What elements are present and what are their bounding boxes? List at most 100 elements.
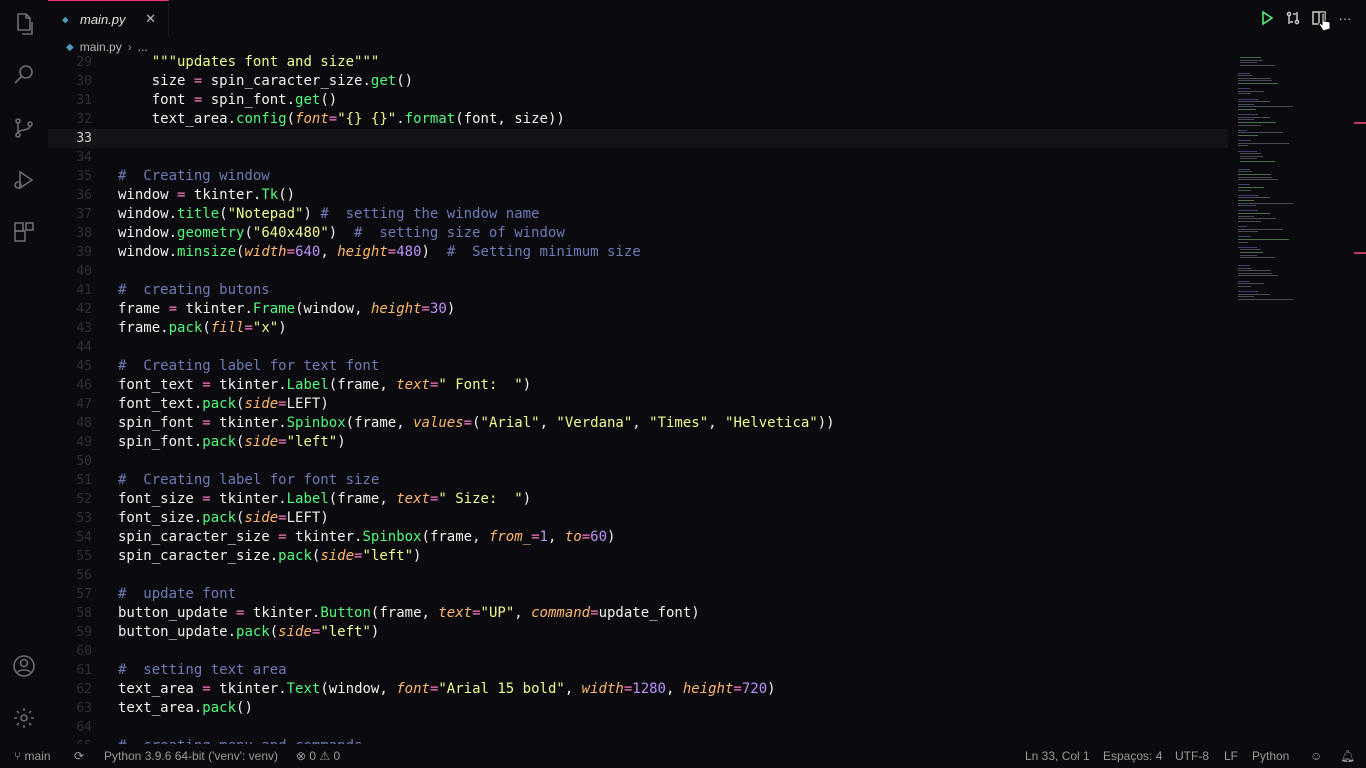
- minimap-line: [1238, 218, 1277, 220]
- run-debug-icon[interactable]: [12, 168, 36, 192]
- line-number: 55: [76, 549, 92, 564]
- code-line[interactable]: 62 text_area = tkinter.Text(window, font=…: [48, 680, 1228, 699]
- source-control-icon[interactable]: [12, 116, 36, 140]
- code-line[interactable]: 45 # Creating label for text font: [48, 357, 1228, 376]
- code-editor[interactable]: 29 """updates font and size""" 30 size = …: [48, 53, 1228, 744]
- code-text: text_area = tkinter.Text(window, font="A…: [118, 681, 776, 697]
- minimap-line: [1238, 103, 1255, 105]
- code-line[interactable]: 48 spin_font = tkinter.Spinbox(frame, val…: [48, 414, 1228, 433]
- compare-changes-icon[interactable]: [1282, 7, 1304, 29]
- minimap[interactable]: [1228, 53, 1352, 744]
- editor-actions: ···: [1256, 0, 1366, 36]
- line-number: 64: [76, 720, 92, 735]
- code-line[interactable]: 50: [48, 452, 1228, 471]
- warning-count: 0: [333, 749, 341, 763]
- line-number: 36: [76, 188, 92, 203]
- code-text: spin_font = tkinter.Spinbox(frame, value…: [118, 415, 835, 431]
- run-python-file-button[interactable]: [1256, 7, 1278, 29]
- explorer-icon[interactable]: [12, 12, 36, 36]
- minimap-line: [1238, 77, 1271, 79]
- line-number: 45: [76, 359, 92, 374]
- code-line[interactable]: 32 text_area.config(font="{} {}".format(…: [48, 110, 1228, 129]
- account-icon[interactable]: [12, 654, 36, 678]
- minimap-line: [1238, 124, 1262, 126]
- code-line[interactable]: 30 size = spin_caracter_size.get(): [48, 72, 1228, 91]
- breadcrumb-more[interactable]: ...: [138, 40, 148, 54]
- minimap-line: [1238, 189, 1251, 191]
- code-line[interactable]: 37 window.title("Notepad") # setting the …: [48, 205, 1228, 224]
- code-line[interactable]: 56: [48, 566, 1228, 585]
- minimap-line: [1238, 270, 1271, 272]
- code-line[interactable]: 29 """updates font and size""": [48, 53, 1228, 72]
- code-line[interactable]: 46 font_text = tkinter.Label(frame, text=…: [48, 376, 1228, 395]
- code-line[interactable]: 39 window.minsize(width=640, height=480) …: [48, 243, 1228, 262]
- branch-status[interactable]: ⑂ main: [14, 744, 51, 768]
- code-line[interactable]: 49 spin_font.pack(side="left"): [48, 433, 1228, 452]
- minimap-line: [1240, 161, 1275, 162]
- minimap-line: [1238, 171, 1252, 173]
- code-text: spin_caracter_size.pack(side="left"): [118, 548, 422, 564]
- code-text: text_area.config(font="{} {}".format(fon…: [151, 111, 565, 127]
- code-text: window.geometry("640x480") # setting siz…: [118, 225, 565, 241]
- tab-main-py[interactable]: ◆ main.py ✕: [48, 0, 169, 37]
- code-line[interactable]: 65 # creating menu and commands: [48, 737, 1228, 744]
- code-line[interactable]: 61 # setting text area: [48, 661, 1228, 680]
- code-line[interactable]: 31 font = spin_font.get(): [48, 91, 1228, 110]
- code-line[interactable]: 44: [48, 338, 1228, 357]
- notifications-bell-icon[interactable]: 🔔︎: [1340, 744, 1355, 768]
- encoding[interactable]: UTF-8: [1175, 744, 1209, 768]
- code-line[interactable]: 58 button_update = tkinter.Button(frame, …: [48, 604, 1228, 623]
- feedback-icon[interactable]: ☺: [1310, 744, 1322, 768]
- code-line[interactable]: 63 text_area.pack(): [48, 699, 1228, 718]
- python-interpreter[interactable]: Python 3.9.6 64-bit ('venv': venv): [104, 744, 278, 768]
- more-actions-button[interactable]: ···: [1334, 7, 1356, 29]
- end-of-line[interactable]: LF: [1224, 744, 1238, 768]
- sync-icon[interactable]: ⟳: [74, 744, 84, 768]
- minimap-line: [1238, 202, 1294, 204]
- status-bar: ⑂ main ⟳ Python 3.9.6 64-bit ('venv': ve…: [0, 744, 1366, 768]
- minimap-line: [1238, 296, 1255, 298]
- search-icon[interactable]: [12, 62, 36, 86]
- code-line[interactable]: 52 font_size = tkinter.Label(frame, text=…: [48, 490, 1228, 509]
- code-line[interactable]: 57 # update font: [48, 585, 1228, 604]
- git-branch-icon: ⑂: [14, 749, 25, 763]
- code-line[interactable]: 47 font_text.pack(side=LEFT): [48, 395, 1228, 414]
- code-line[interactable]: 41 # creating butons: [48, 281, 1228, 300]
- problems-status[interactable]: ⊗ 0 ⚠ 0: [296, 744, 340, 768]
- code-line[interactable]: 54 spin_caracter_size = tkinter.Spinbox(f…: [48, 528, 1228, 547]
- minimap-line: [1238, 293, 1270, 295]
- code-line[interactable]: 34: [48, 148, 1228, 167]
- code-line[interactable]: 51 # Creating label for font size: [48, 471, 1228, 490]
- code-line[interactable]: 59 button_update.pack(side="left"): [48, 623, 1228, 642]
- code-line[interactable]: 33: [48, 129, 1228, 148]
- minimap-line: [1240, 257, 1275, 259]
- cursor-position[interactable]: Ln 33, Col 1: [1025, 744, 1090, 768]
- line-number: 49: [76, 435, 92, 450]
- code-line[interactable]: 55 spin_caracter_size.pack(side="left"): [48, 547, 1228, 566]
- code-line[interactable]: 42 frame = tkinter.Frame(window, height=3…: [48, 300, 1228, 319]
- minimap-line: [1238, 285, 1251, 287]
- code-line[interactable]: 64: [48, 718, 1228, 737]
- close-icon[interactable]: ✕: [145, 11, 156, 27]
- code-line[interactable]: 36 window = tkinter.Tk(): [48, 186, 1228, 205]
- code-text: window = tkinter.Tk(): [118, 187, 296, 203]
- code-line[interactable]: 43 frame.pack(fill="x"): [48, 319, 1228, 338]
- code-line[interactable]: 60: [48, 642, 1228, 661]
- code-line[interactable]: 53 font_size.pack(side=LEFT): [48, 509, 1228, 528]
- line-number: 44: [76, 340, 92, 355]
- breadcrumb-file[interactable]: main.py: [80, 40, 122, 54]
- minimap-line: [1238, 228, 1283, 230]
- code-text: # Creating label for font size: [118, 472, 380, 488]
- code-line[interactable]: 38 window.geometry("640x480") # setting s…: [48, 224, 1228, 243]
- indentation[interactable]: Espaços: 4: [1103, 744, 1162, 768]
- language-mode[interactable]: Python: [1252, 744, 1289, 768]
- minimap-line: [1238, 101, 1270, 103]
- settings-gear-icon[interactable]: [12, 706, 36, 730]
- code-line[interactable]: 35 # Creating window: [48, 167, 1228, 186]
- minimap-line: [1238, 210, 1259, 212]
- minimap-line: [1238, 98, 1259, 100]
- code-line[interactable]: 40: [48, 262, 1228, 281]
- extensions-icon[interactable]: [12, 220, 36, 244]
- code-text: frame = tkinter.Frame(window, height=30): [118, 301, 456, 317]
- code-text: spin_caracter_size = tkinter.Spinbox(fra…: [118, 529, 616, 545]
